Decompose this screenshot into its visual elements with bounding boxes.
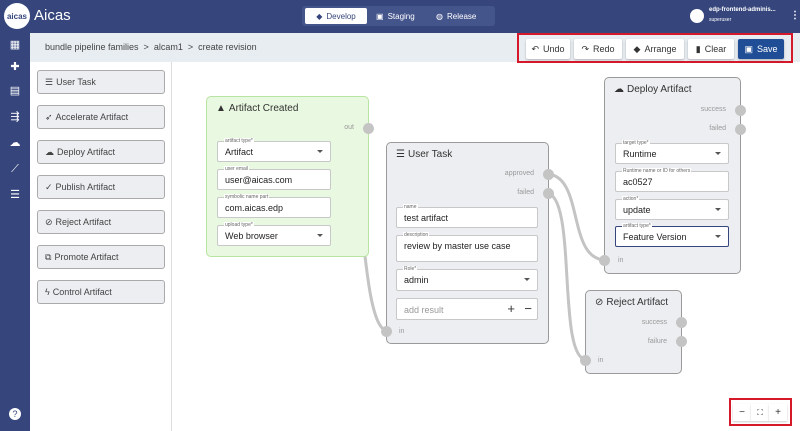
port-label-approved: approved: [504, 170, 534, 177]
port-label-in: in: [399, 328, 405, 335]
port-label-success: success: [700, 106, 726, 113]
port-in[interactable]: [599, 255, 610, 266]
port-label-failed: failed: [517, 189, 534, 196]
caret-down-icon: [715, 152, 721, 155]
port-success[interactable]: [735, 105, 746, 116]
plus-icon[interactable]: +: [507, 301, 515, 316]
action-select[interactable]: action* update: [615, 196, 729, 220]
caret-down-icon: [524, 278, 530, 281]
caret-down-icon: [317, 234, 323, 237]
artifact-type-select[interactable]: artifact type* Feature Version: [615, 223, 729, 247]
port-label-failure: failure: [647, 338, 667, 345]
caret-down-icon: [317, 150, 323, 153]
target-type-select[interactable]: target type* Runtime: [615, 140, 729, 164]
zoom-controls: − ⛶ +: [729, 398, 792, 426]
node-reject-artifact[interactable]: ⊘ Reject Artifact success failure in: [580, 290, 687, 374]
caret-down-icon: [715, 235, 721, 238]
port-label-in: in: [598, 357, 604, 364]
node-title: ▲ Artifact Created: [216, 103, 299, 114]
port-failure[interactable]: [676, 336, 687, 347]
symbolic-name-input[interactable]: symbolic name part com.aicas.edp: [217, 194, 331, 218]
edge-failed-to-reject[interactable]: [545, 191, 588, 362]
port-in[interactable]: [580, 355, 591, 366]
shapes-icon: ▲: [216, 103, 226, 114]
user-email-input[interactable]: user email user@aicas.com: [217, 166, 331, 190]
checklist-icon: ☰: [396, 149, 405, 160]
port-label-success: success: [641, 319, 667, 326]
upload-type-select[interactable]: upload type* Web browser: [217, 222, 331, 246]
node-title: ☁ Deploy Artifact: [614, 84, 692, 95]
edge-approved-to-deploy[interactable]: [545, 172, 607, 262]
artifact-type-select[interactable]: artifact type* Artifact: [217, 138, 331, 162]
description-input[interactable]: description review by master use case: [396, 232, 538, 262]
name-input[interactable]: name test artifact: [396, 204, 538, 228]
zoom-out-button[interactable]: −: [733, 404, 751, 421]
runtime-name-input[interactable]: Runtime name or ID for others ac0527: [615, 168, 729, 192]
port-out[interactable]: [363, 123, 374, 134]
add-result-input[interactable]: add result + −: [396, 298, 538, 320]
port-approved[interactable]: [543, 169, 554, 180]
port-in[interactable]: [381, 326, 392, 337]
cloud-upload-icon: ☁: [614, 84, 624, 95]
port-label-out: out: [344, 124, 354, 131]
port-label-in: in: [618, 257, 624, 264]
block-icon: ⊘: [595, 297, 604, 308]
minus-icon[interactable]: −: [524, 301, 532, 316]
node-deploy-artifact[interactable]: ☁ Deploy Artifact success failed target t…: [599, 77, 746, 274]
role-select[interactable]: Role* admin: [396, 266, 538, 291]
port-label-failed: failed: [709, 125, 726, 132]
fit-view-button[interactable]: ⛶: [751, 404, 769, 421]
node-title: ⊘ Reject Artifact: [595, 297, 669, 308]
port-failed[interactable]: [735, 124, 746, 135]
caret-down-icon: [715, 208, 721, 211]
port-failed[interactable]: [543, 188, 554, 199]
node-artifact-created[interactable]: ▲ Artifact Created out artifact type* Arti…: [206, 96, 374, 257]
node-title: ☰ User Task: [396, 149, 453, 160]
node-user-task[interactable]: ☰ User Task approved failed name test arti…: [381, 142, 554, 344]
port-success[interactable]: [676, 317, 687, 328]
zoom-in-button[interactable]: +: [769, 404, 787, 421]
